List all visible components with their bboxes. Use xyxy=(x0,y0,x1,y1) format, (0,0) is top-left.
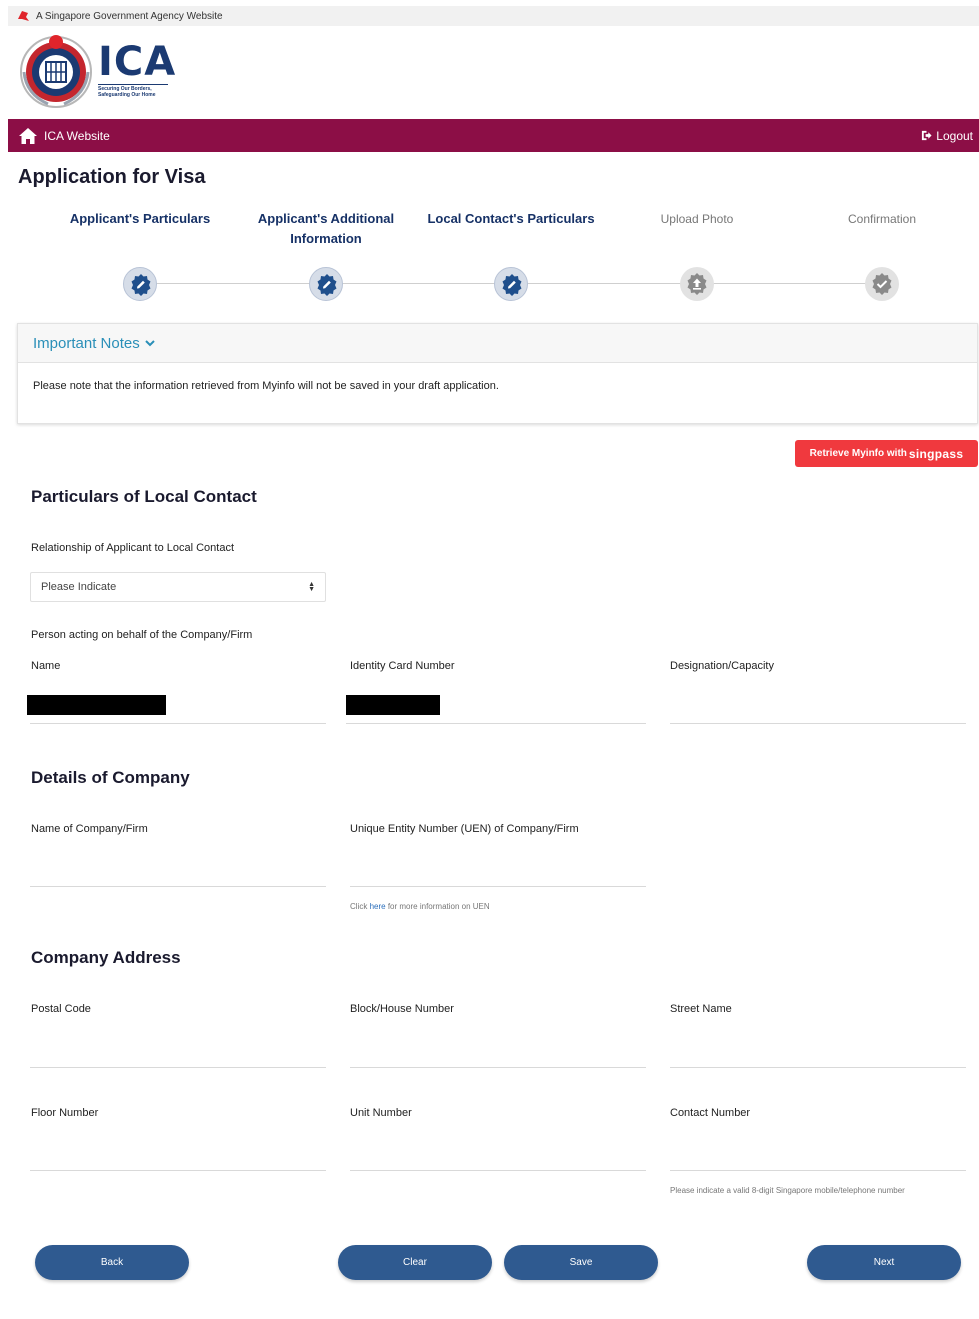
company-name-field[interactable] xyxy=(30,886,326,887)
edit-badge-icon xyxy=(502,274,522,296)
government-banner-text: A Singapore Government Agency Website xyxy=(36,10,223,22)
ica-tagline-line2: Safeguarding Our Home xyxy=(98,92,156,98)
check-badge-icon xyxy=(872,273,892,295)
uen-info-link[interactable]: here xyxy=(370,902,386,911)
unit-number-label: Unit Number xyxy=(350,1107,412,1119)
save-button[interactable]: Save xyxy=(504,1245,658,1280)
ica-tagline: Securing Our Borders, Safeguarding Our H… xyxy=(98,84,168,98)
uen-hint-prefix: Click xyxy=(350,902,368,911)
street-name-label: Street Name xyxy=(670,1003,732,1015)
home-icon xyxy=(19,127,37,144)
uen-field[interactable] xyxy=(350,886,646,887)
name-field[interactable] xyxy=(30,723,326,724)
page-left-margin xyxy=(0,0,8,1319)
contact-number-hint: Please indicate a valid 8-digit Singapor… xyxy=(670,1186,905,1195)
company-name-label: Name of Company/Firm xyxy=(31,823,148,835)
next-button[interactable]: Next xyxy=(807,1245,961,1280)
logout-icon xyxy=(922,130,932,141)
designation-label: Designation/Capacity xyxy=(670,660,774,672)
edit-badge-icon xyxy=(131,274,151,296)
block-number-field[interactable] xyxy=(350,1067,646,1068)
name-label: Name xyxy=(31,660,61,672)
postal-code-label: Postal Code xyxy=(31,1003,91,1015)
contact-number-label: Contact Number xyxy=(670,1107,751,1119)
step-2-indicator[interactable] xyxy=(309,267,343,301)
edit-badge-icon xyxy=(317,274,337,296)
ica-website-link[interactable]: ICA Website xyxy=(18,126,110,146)
clear-button[interactable]: Clear xyxy=(338,1245,492,1280)
step-label-line2: Information xyxy=(290,231,362,246)
unit-number-field[interactable] xyxy=(350,1170,646,1171)
important-notes-panel: Important Notes Please note that the inf… xyxy=(17,323,978,424)
step-3-indicator[interactable] xyxy=(494,267,528,301)
top-navbar: ICA Website Logout xyxy=(8,119,979,152)
floor-number-field[interactable] xyxy=(30,1170,326,1171)
person-acting-label: Person acting on behalf of the Company/F… xyxy=(31,629,253,641)
ica-logo[interactable]: ICA Securing Our Borders, Safeguarding O… xyxy=(18,32,176,108)
identity-card-label: Identity Card Number xyxy=(350,660,455,672)
ica-website-label: ICA Website xyxy=(44,128,110,143)
relationship-select[interactable]: Please Indicate ▲ ▼ xyxy=(30,572,326,602)
relationship-select-value: Please Indicate xyxy=(41,581,117,593)
step-label-confirmation: Confirmation xyxy=(792,209,972,229)
singpass-logo-text: singpass xyxy=(908,446,964,461)
retrieve-myinfo-button[interactable]: Retrieve Myinfo with singpass xyxy=(795,440,978,467)
step-label-line1: Local Contact's Particulars xyxy=(427,211,595,226)
retrieve-myinfo-label: Retrieve Myinfo with xyxy=(809,448,907,459)
redacted-name-value xyxy=(27,695,166,715)
important-notes-body: Please note that the information retriev… xyxy=(33,380,499,392)
company-address-heading: Company Address xyxy=(31,948,181,967)
step-label-applicants-particulars: Applicant's Particulars xyxy=(50,209,230,229)
street-name-field[interactable] xyxy=(670,1067,966,1068)
uen-hint-suffix: for more information on UEN xyxy=(387,902,490,911)
uen-hint: Click here for more information on UEN xyxy=(350,899,490,914)
ica-crest-icon xyxy=(20,35,92,108)
step-label-line1: Applicant's Particulars xyxy=(69,211,211,226)
step-5-indicator xyxy=(865,267,899,301)
step-4-indicator xyxy=(680,267,714,301)
company-details-heading: Details of Company xyxy=(31,768,190,787)
identity-card-field[interactable] xyxy=(346,723,646,724)
step-1-indicator[interactable] xyxy=(123,267,157,301)
redacted-id-value xyxy=(346,695,440,715)
logout-label: Logout xyxy=(936,128,973,143)
step-label-local-contact: Local Contact's Particulars xyxy=(421,209,601,229)
block-number-label: Block/House Number xyxy=(350,1003,454,1015)
uen-label: Unique Entity Number (UEN) of Company/Fi… xyxy=(350,823,579,835)
step-label-additional-information: Applicant's Additional Information xyxy=(236,209,416,249)
government-banner: A Singapore Government Agency Website xyxy=(8,6,979,26)
upload-badge-icon xyxy=(687,273,707,295)
step-label-upload-photo: Upload Photo xyxy=(607,209,787,229)
important-notes-toggle[interactable]: Important Notes xyxy=(18,324,977,363)
logout-button[interactable]: Logout xyxy=(921,129,973,143)
floor-number-label: Floor Number xyxy=(31,1107,99,1119)
back-button[interactable]: Back xyxy=(35,1245,189,1280)
designation-field[interactable] xyxy=(670,723,966,724)
page-title: Application for Visa xyxy=(18,166,206,188)
postal-code-field[interactable] xyxy=(30,1067,326,1068)
relationship-label: Relationship of Applicant to Local Conta… xyxy=(31,542,235,554)
step-label-line1: Upload Photo xyxy=(660,212,734,226)
select-caret-icon: ▲ ▼ xyxy=(308,581,315,593)
local-contact-heading: Particulars of Local Contact xyxy=(31,487,257,506)
contact-number-field[interactable] xyxy=(670,1170,966,1171)
step-label-line1: Confirmation xyxy=(847,212,917,226)
chevron-down-icon xyxy=(145,340,155,347)
lion-head-icon xyxy=(18,11,29,21)
ica-logo-text: ICA xyxy=(98,39,177,85)
important-notes-title: Important Notes xyxy=(33,334,140,352)
step-label-line1: Applicant's Additional xyxy=(257,211,395,226)
